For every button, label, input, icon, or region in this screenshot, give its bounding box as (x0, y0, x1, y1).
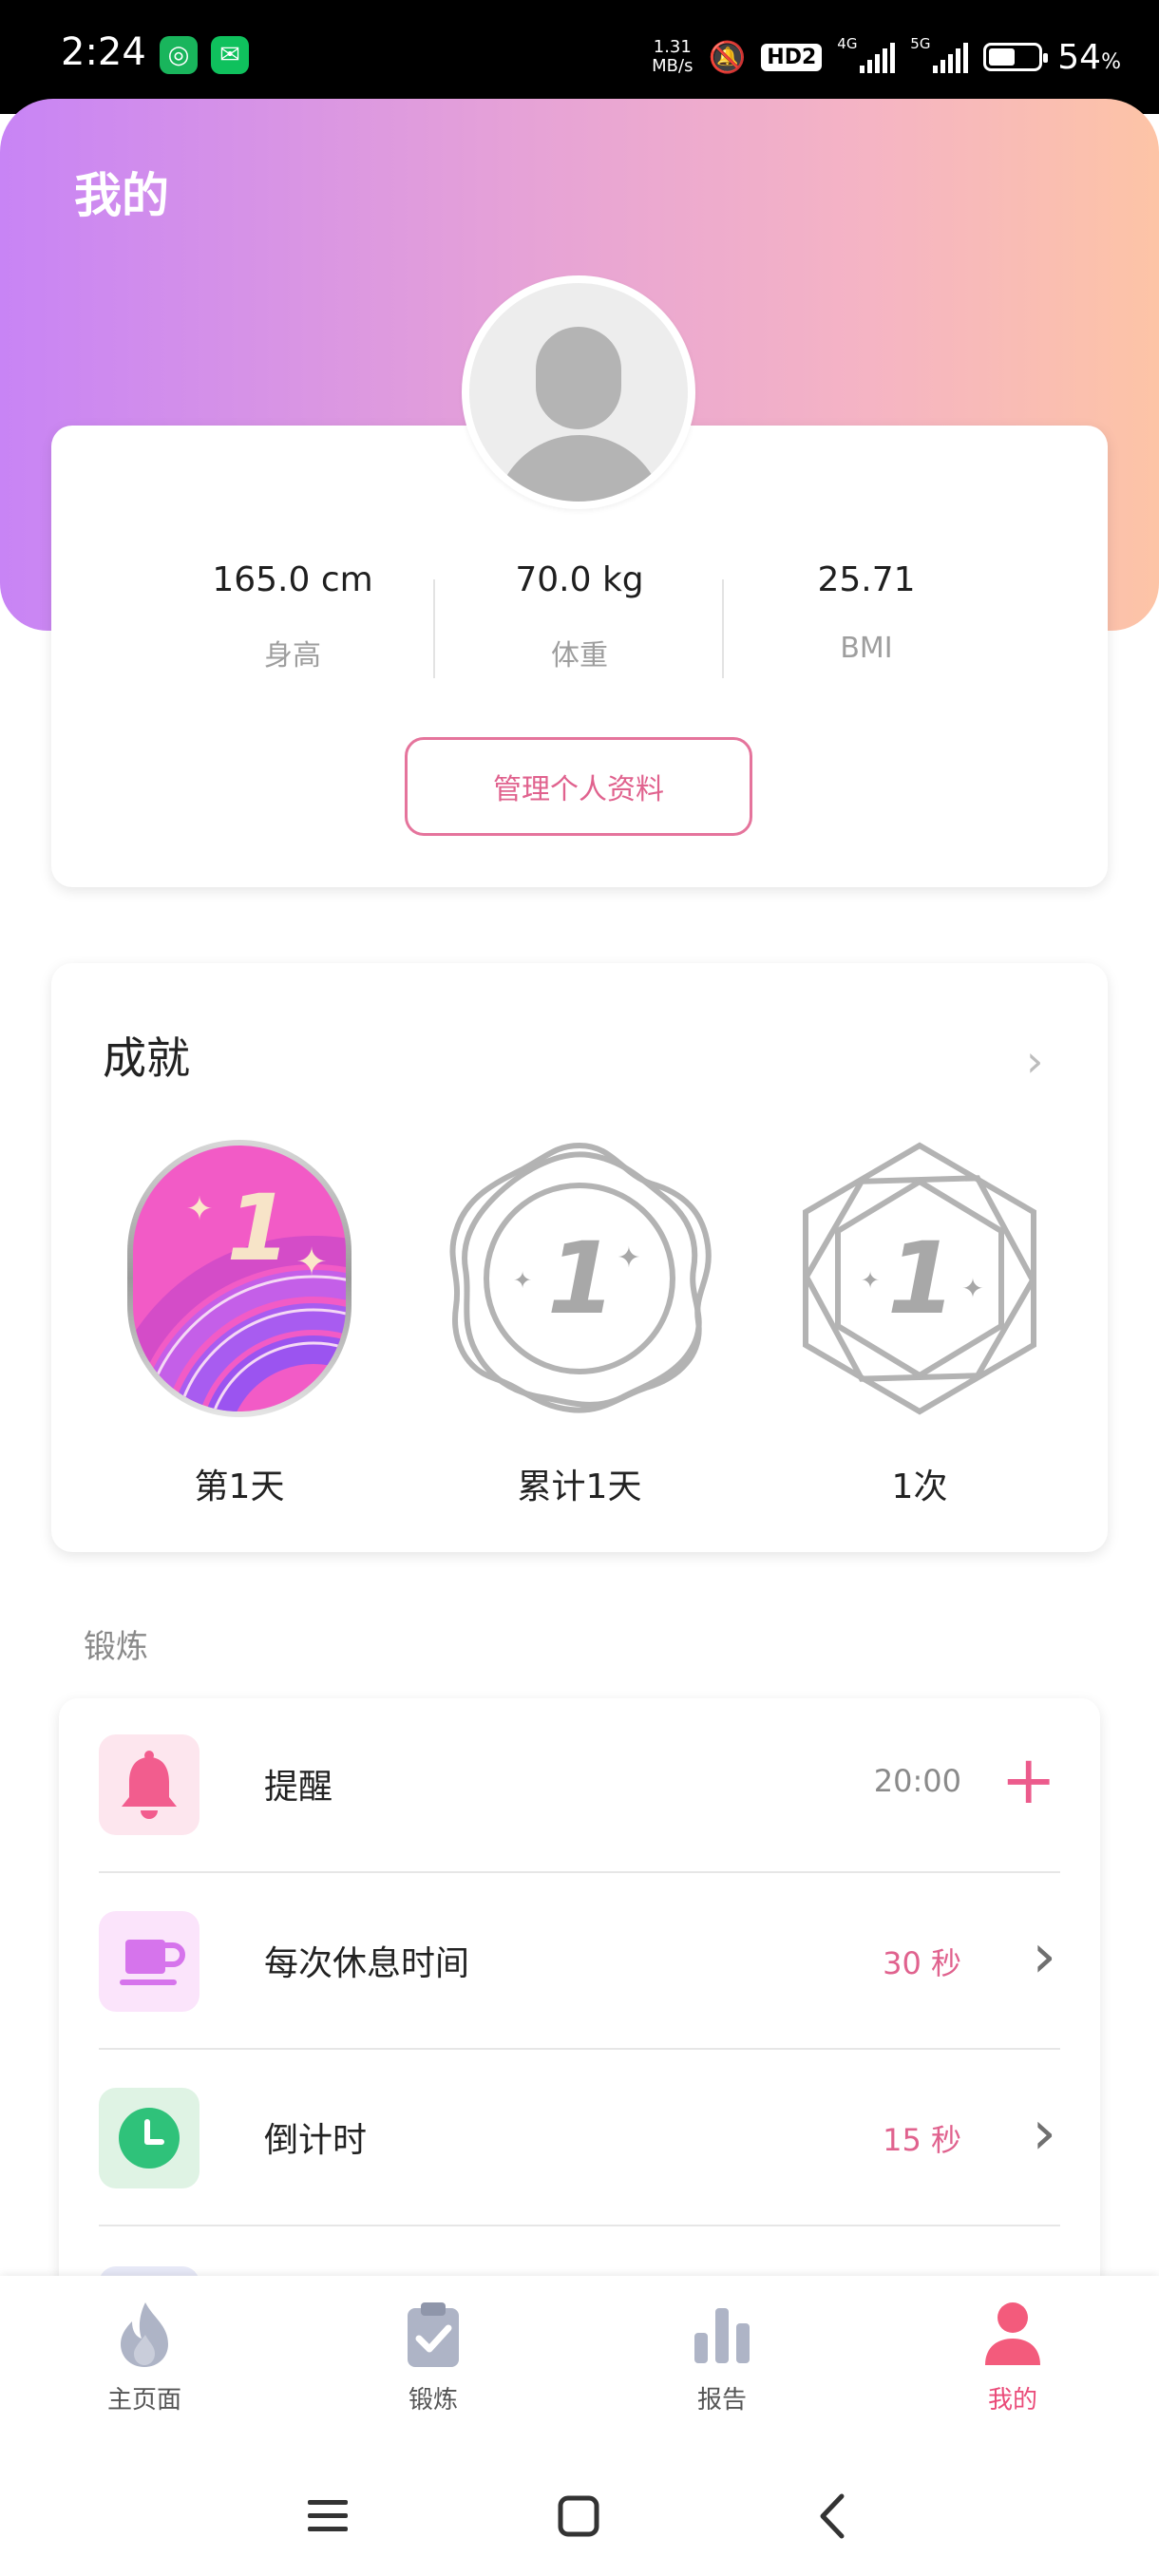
nav-label: 报告 (696, 2386, 747, 2415)
bar-chart-icon (694, 2308, 750, 2363)
badge-total-days-icon[interactable]: 1 ✦ ✦ (437, 1136, 722, 1421)
countdown-label: 倒计时 (264, 2121, 368, 2160)
home-square-icon[interactable] (557, 2494, 600, 2538)
signal-5g-icon: 5G (910, 35, 969, 73)
row-divider (99, 2225, 1060, 2226)
weight-label: 体重 (551, 639, 608, 672)
nav-report[interactable]: 报告 (627, 2299, 817, 2415)
mute-icon: 🔕 (708, 39, 747, 75)
bell-icon (99, 1734, 200, 1835)
person-icon (985, 2302, 1040, 2365)
clock-icon (99, 2088, 200, 2188)
nav-profile[interactable]: 我的 (918, 2299, 1108, 2415)
height-label: 身高 (264, 639, 321, 672)
signal-4g-icon: 4G (837, 35, 896, 73)
flame-icon (121, 2302, 168, 2367)
weight-value: 70.0 kg (515, 560, 644, 599)
reminder-label: 提醒 (264, 1768, 333, 1807)
profile-page: 2:24 ◎ ✉ 1.31 MB/s 🔕 HD2 4G 5G 54% 我的 16… (0, 0, 1159, 2576)
countdown-value: 15 秒 (883, 2122, 961, 2158)
status-time: 2:24 (61, 30, 146, 74)
menu-icon[interactable] (306, 2494, 350, 2538)
badge-label: 第1天 (194, 1468, 285, 1506)
bmi-value: 25.71 (817, 560, 916, 599)
badge-day-1-icon[interactable]: 1 ✦ ✦ (124, 1136, 355, 1421)
rest-time-label: 每次休息时间 (264, 1944, 470, 1983)
chevron-right-icon[interactable]: › (1032, 1923, 1056, 1991)
nav-home[interactable]: 主页面 (49, 2299, 239, 2415)
weight-stat: 70.0 kg 体重 (437, 560, 722, 673)
nav-label: 我的 (987, 2386, 1037, 2415)
exercise-section-label: 锻炼 (84, 1628, 148, 1666)
net-speed: 1.31 MB/s (652, 37, 694, 76)
rest-time-row[interactable]: 每次休息时间 30 秒 › (59, 1873, 1100, 2050)
battery-percent: 54% (1057, 37, 1121, 77)
manage-profile-button[interactable]: 管理个人资料 (405, 737, 752, 836)
app-notification-icon: ◎ (160, 36, 198, 74)
page-title: 我的 (74, 168, 169, 223)
coffee-cup-icon (99, 1911, 200, 2012)
badge-count-icon[interactable]: 1 ✦ ✦ (787, 1136, 1053, 1421)
badge-number: 1 (887, 1221, 956, 1336)
badge-number: 1 (227, 1175, 291, 1281)
svg-text:✦: ✦ (513, 1267, 532, 1294)
avatar[interactable] (462, 275, 695, 509)
stat-divider (433, 579, 435, 678)
svg-text:✦: ✦ (617, 1241, 640, 1275)
bmi-label: BMI (840, 632, 893, 665)
hd-badge: HD2 (761, 43, 823, 71)
back-icon[interactable] (813, 2492, 851, 2540)
achievements-title: 成就 (103, 1032, 190, 1084)
clipboard-check-icon (408, 2302, 459, 2367)
nav-label: 主页面 (106, 2386, 181, 2415)
svg-text:✦: ✦ (295, 1241, 328, 1284)
badge-number: 1 (547, 1221, 616, 1336)
height-stat: 165.0 cm 身高 (150, 560, 435, 673)
add-reminder-button[interactable]: + (1000, 1746, 1056, 1814)
svg-text:✦: ✦ (186, 1190, 214, 1228)
system-navigation-bar (0, 2456, 1159, 2576)
wechat-icon: ✉ (211, 36, 249, 74)
svg-text:✦: ✦ (861, 1267, 880, 1294)
status-bar: 2:24 ◎ ✉ 1.31 MB/s 🔕 HD2 4G 5G 54% (0, 0, 1159, 114)
height-value: 165.0 cm (212, 560, 373, 599)
chevron-right-icon[interactable]: › (1032, 2099, 1056, 2168)
chevron-right-icon[interactable]: › (1026, 1035, 1043, 1087)
bottom-nav: 主页面 锻炼 报告 我的 (0, 2276, 1159, 2456)
rest-time-value: 30 秒 (883, 1945, 961, 1981)
badge-label: 累计1天 (517, 1468, 642, 1506)
badge-label: 1次 (891, 1468, 948, 1506)
reminder-row[interactable]: 提醒 20:00 + (59, 1696, 1100, 1873)
nav-label: 锻炼 (408, 2386, 458, 2415)
battery-icon (983, 43, 1049, 71)
status-right: 1.31 MB/s 🔕 HD2 4G 5G 54% (652, 28, 1121, 85)
countdown-row[interactable]: 倒计时 15 秒 › (59, 2050, 1100, 2226)
reminder-time[interactable]: 20:00 (874, 1763, 961, 1799)
nav-exercise[interactable]: 锻炼 (338, 2299, 528, 2415)
svg-text:✦: ✦ (961, 1273, 983, 1304)
bmi-stat: 25.71 BMI (724, 560, 1009, 665)
